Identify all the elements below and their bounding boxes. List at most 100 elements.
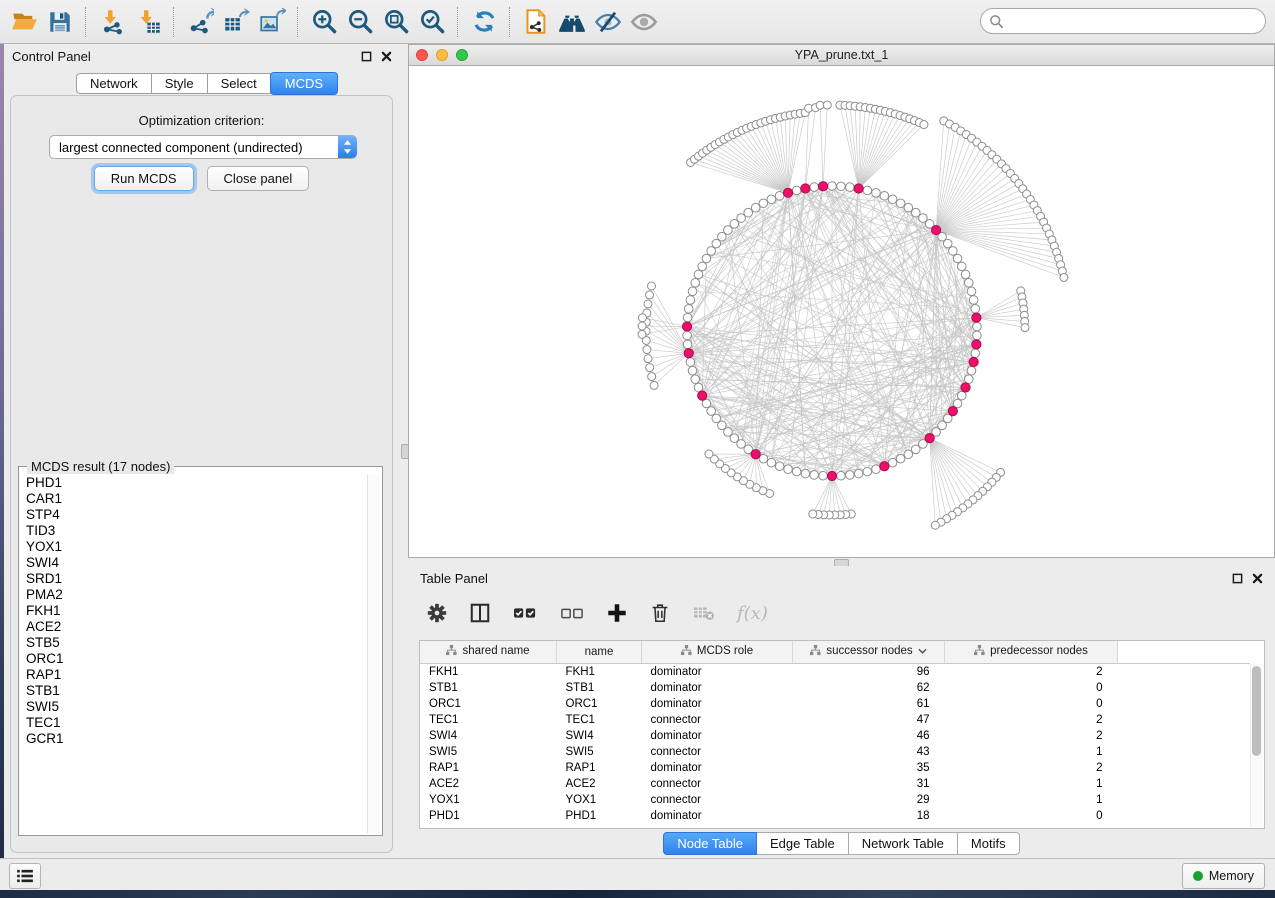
cell-shared-name[interactable]: YOX1 (420, 792, 557, 808)
cell-successor-nodes[interactable]: 43 (793, 744, 945, 760)
export-network-icon[interactable] (184, 6, 216, 38)
table-header[interactable]: shared namenameMCDS rolesuccessor nodesp… (420, 641, 1250, 664)
mcds-result-item[interactable]: YOX1 (21, 539, 367, 555)
refresh-network-icon[interactable] (468, 6, 500, 38)
close-panel-icon[interactable] (381, 51, 392, 62)
mcds-result-item[interactable]: TID3 (21, 523, 367, 539)
tab-mcds[interactable]: MCDS (270, 72, 338, 95)
cell-MCDS-role[interactable]: dominator (642, 696, 793, 712)
cell-successor-nodes[interactable]: 31 (793, 776, 945, 792)
minimize-window-icon[interactable] (436, 49, 448, 61)
column-header-successor-nodes[interactable]: successor nodes (793, 641, 945, 664)
cell-MCDS-role[interactable]: dominator (642, 680, 793, 696)
zoom-fit-icon[interactable] (380, 6, 412, 38)
mcds-result-item[interactable]: PHD1 (21, 475, 367, 491)
import-table-icon[interactable] (132, 6, 164, 38)
mcds-result-item[interactable]: TEC1 (21, 715, 367, 731)
cell-shared-name[interactable]: RAP1 (420, 760, 557, 776)
cell-predecessor-nodes[interactable]: 0 (945, 680, 1118, 696)
export-table-icon[interactable] (220, 6, 252, 38)
mcds-result-item[interactable]: STB5 (21, 635, 367, 651)
cell-shared-name[interactable]: FKH1 (420, 664, 557, 681)
show-details-icon[interactable] (628, 6, 660, 38)
zoom-selected-icon[interactable] (416, 6, 448, 38)
mcds-result-list[interactable]: PHD1CAR1STP4TID3YOX1SWI4SRD1PMA2FKH1ACE2… (21, 475, 367, 833)
mcds-result-scrollbar[interactable] (367, 475, 380, 833)
mcds-result-item[interactable]: STB1 (21, 683, 367, 699)
cell-successor-nodes[interactable]: 29 (793, 792, 945, 808)
mcds-result-item[interactable]: PMA2 (21, 587, 367, 603)
table-row[interactable]: RAP1RAP1dominator352 (420, 760, 1250, 776)
mcds-result-item[interactable]: RAP1 (21, 667, 367, 683)
run-mcds-button[interactable]: Run MCDS (94, 166, 194, 191)
cell-successor-nodes[interactable]: 35 (793, 760, 945, 776)
table-row[interactable]: PHD1PHD1dominator180 (420, 808, 1250, 824)
cell-name[interactable]: ORC1 (557, 696, 642, 712)
select-all-columns-icon[interactable] (512, 602, 538, 624)
mcds-result-item[interactable]: CAR1 (21, 491, 367, 507)
table-row[interactable]: ORC1ORC1dominator610 (420, 696, 1250, 712)
cell-predecessor-nodes[interactable]: 2 (945, 664, 1118, 681)
cell-MCDS-role[interactable]: dominator (642, 808, 793, 824)
zoom-in-icon[interactable] (308, 6, 340, 38)
cell-shared-name[interactable]: TEC1 (420, 712, 557, 728)
cell-predecessor-nodes[interactable]: 2 (945, 760, 1118, 776)
import-network-icon[interactable] (96, 6, 128, 38)
task-history-button[interactable] (9, 863, 41, 889)
cell-predecessor-nodes[interactable]: 2 (945, 712, 1118, 728)
cell-MCDS-role[interactable]: dominator (642, 664, 793, 681)
table-row[interactable]: SWI5SWI5connector431 (420, 744, 1250, 760)
cell-name[interactable]: STB1 (557, 680, 642, 696)
cell-name[interactable]: FKH1 (557, 664, 642, 681)
float-panel-icon[interactable] (361, 51, 372, 62)
table-scrollbar[interactable] (1250, 664, 1263, 827)
column-header-shared-name[interactable]: shared name (420, 641, 557, 664)
table-options-gear-icon[interactable] (426, 602, 448, 624)
close-panel-icon[interactable] (1252, 573, 1263, 584)
vertical-splitter[interactable] (400, 44, 408, 858)
share-document-icon[interactable] (520, 6, 552, 38)
cell-MCDS-role[interactable]: connector (642, 776, 793, 792)
cell-MCDS-role[interactable]: dominator (642, 760, 793, 776)
cell-name[interactable]: SWI5 (557, 744, 642, 760)
horizontal-splitter[interactable] (408, 558, 1275, 566)
mcds-result-item[interactable]: GCR1 (21, 731, 367, 747)
search-field[interactable] (980, 8, 1266, 34)
scrollbar-thumb[interactable] (1252, 666, 1261, 756)
float-panel-icon[interactable] (1232, 573, 1243, 584)
mcds-result-item[interactable]: SRD1 (21, 571, 367, 587)
hide-details-icon[interactable] (592, 6, 624, 38)
cell-MCDS-role[interactable]: connector (642, 792, 793, 808)
tab-style[interactable]: Style (152, 73, 208, 94)
cell-name[interactable]: PHD1 (557, 808, 642, 824)
cell-predecessor-nodes[interactable]: 0 (945, 808, 1118, 824)
cell-name[interactable]: SWI4 (557, 728, 642, 744)
open-file-icon[interactable] (8, 6, 40, 38)
cell-shared-name[interactable]: ORC1 (420, 696, 557, 712)
mcds-result-item[interactable]: FKH1 (21, 603, 367, 619)
table-row[interactable]: ACE2ACE2connector311 (420, 776, 1250, 792)
table-row[interactable]: TEC1TEC1connector472 (420, 712, 1250, 728)
cell-shared-name[interactable]: PHD1 (420, 808, 557, 824)
unselect-all-columns-icon[interactable] (559, 602, 585, 624)
memory-button[interactable]: Memory (1182, 863, 1265, 889)
tab-network[interactable]: Network (76, 73, 152, 94)
mcds-result-item[interactable]: SWI5 (21, 699, 367, 715)
table-row[interactable]: SWI4SWI4dominator462 (420, 728, 1250, 744)
cell-successor-nodes[interactable]: 96 (793, 664, 945, 681)
mcds-result-item[interactable]: ACE2 (21, 619, 367, 635)
show-column-icon[interactable] (469, 602, 491, 624)
column-header-MCDS-role[interactable]: MCDS role (642, 641, 793, 664)
search-input[interactable] (1004, 13, 1265, 30)
cell-shared-name[interactable]: STB1 (420, 680, 557, 696)
cell-predecessor-nodes[interactable]: 2 (945, 728, 1118, 744)
cell-shared-name[interactable]: SWI5 (420, 744, 557, 760)
cell-name[interactable]: ACE2 (557, 776, 642, 792)
cell-successor-nodes[interactable]: 62 (793, 680, 945, 696)
criterion-dropdown[interactable]: largest connected component (undirected) (49, 135, 357, 159)
close-panel-button[interactable]: Close panel (207, 166, 310, 191)
mcds-result-item[interactable]: STP4 (21, 507, 367, 523)
zoom-out-icon[interactable] (344, 6, 376, 38)
cell-predecessor-nodes[interactable]: 1 (945, 744, 1118, 760)
search-objects-icon[interactable] (556, 6, 588, 38)
